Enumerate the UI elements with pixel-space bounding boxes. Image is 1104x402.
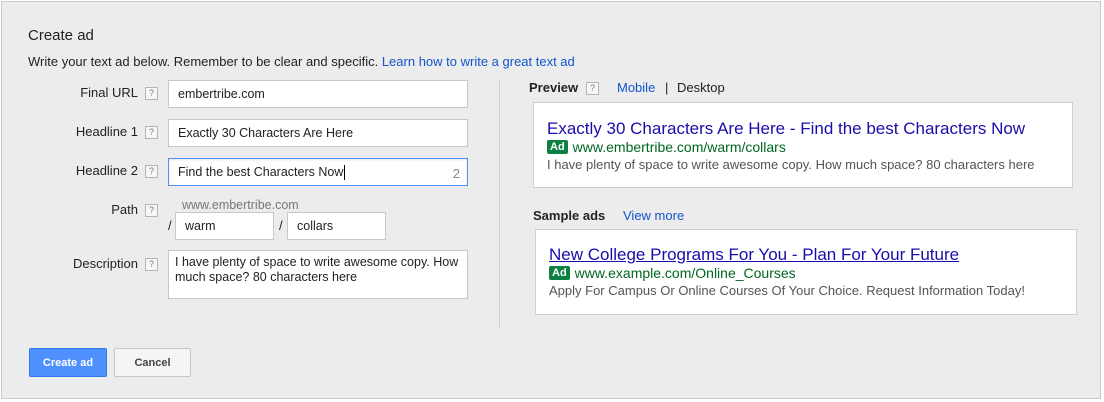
help-icon[interactable]: ? xyxy=(145,87,158,100)
tab-separator: | xyxy=(665,80,669,95)
preview-ad-title[interactable]: Exactly 30 Characters Are Here - Find th… xyxy=(547,119,1025,139)
cancel-button[interactable]: Cancel xyxy=(114,348,191,377)
description-textarea[interactable]: I have plenty of space to write awesome … xyxy=(168,250,468,299)
description-label: Description xyxy=(72,256,138,271)
sample-ad-url-text: www.example.com/Online_Courses xyxy=(574,265,796,281)
description-value: I have plenty of space to write awesome … xyxy=(175,255,459,284)
tab-mobile[interactable]: Mobile xyxy=(617,80,655,95)
help-icon[interactable]: ? xyxy=(586,82,599,95)
sample-ad-card: New College Programs For You - Plan For … xyxy=(535,229,1077,315)
final-url-value: embertribe.com xyxy=(178,87,265,101)
intro-text: Write your text ad below. Remember to be… xyxy=(28,54,575,69)
create-ad-button[interactable]: Create ad xyxy=(29,348,107,377)
final-url-label: Final URL xyxy=(80,85,138,100)
preview-ad-url: Ad www.embertribe.com/warm/collars xyxy=(547,139,786,155)
help-icon[interactable]: ? xyxy=(145,204,158,217)
headline1-label: Headline 1 xyxy=(75,124,138,139)
headline1-value: Exactly 30 Characters Are Here xyxy=(178,126,354,140)
ad-badge: Ad xyxy=(549,266,570,280)
headline2-value: Find the best Characters Now xyxy=(178,165,344,179)
preview-heading: Preview xyxy=(529,80,579,95)
path2-input[interactable]: collars xyxy=(287,212,386,240)
tab-desktop[interactable]: Desktop xyxy=(677,80,725,95)
ad-badge: Ad xyxy=(547,140,568,154)
display-domain: www.embertribe.com xyxy=(182,198,299,212)
preview-ad-description: I have plenty of space to write awesome … xyxy=(547,157,1035,172)
final-url-input[interactable]: embertribe.com xyxy=(168,80,468,108)
sample-ad-url: Ad www.example.com/Online_Courses xyxy=(549,265,796,281)
char-counter: 2 xyxy=(452,166,460,181)
path-separator: / xyxy=(279,218,283,233)
headline2-input[interactable]: Find the best Characters Now 2 xyxy=(168,158,468,186)
path-label: Path xyxy=(111,202,138,217)
create-ad-panel: Create ad Write your text ad below. Reme… xyxy=(1,1,1101,399)
sample-ads-heading: Sample ads xyxy=(533,208,606,223)
preview-ad-url-text: www.embertribe.com/warm/collars xyxy=(572,139,786,155)
text-caret xyxy=(344,164,346,180)
column-divider xyxy=(499,80,500,329)
preview-ad-card: Exactly 30 Characters Are Here - Find th… xyxy=(533,102,1073,188)
sample-ad-title[interactable]: New College Programs For You - Plan For … xyxy=(549,245,959,265)
view-more-link[interactable]: View more xyxy=(623,208,684,223)
help-icon[interactable]: ? xyxy=(145,258,158,271)
path2-value: collars xyxy=(297,219,334,233)
sample-ad-description: Apply For Campus Or Online Courses Of Yo… xyxy=(549,283,1025,298)
headline1-input[interactable]: Exactly 30 Characters Are Here xyxy=(168,119,468,147)
page-title: Create ad xyxy=(28,27,94,44)
learn-more-link[interactable]: Learn how to write a great text ad xyxy=(382,54,575,69)
headline2-label: Headline 2 xyxy=(75,163,138,178)
help-icon[interactable]: ? xyxy=(145,126,158,139)
path1-input[interactable]: warm xyxy=(175,212,274,240)
path-separator: / xyxy=(168,218,172,233)
help-icon[interactable]: ? xyxy=(145,165,158,178)
path1-value: warm xyxy=(185,219,216,233)
intro-message: Write your text ad below. Remember to be… xyxy=(28,54,379,69)
